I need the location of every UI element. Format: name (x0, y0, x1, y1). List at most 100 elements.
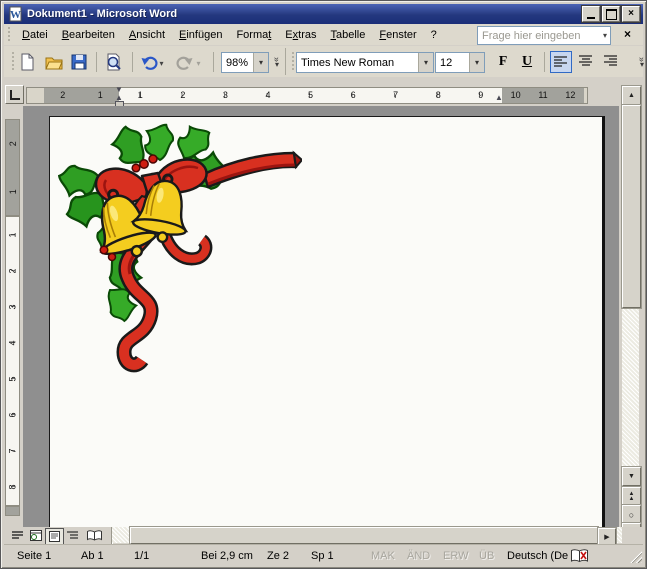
formatting-toolbar-options-button[interactable]: » ▾ (635, 49, 647, 75)
ruler-right-margin: 10 11 12 (502, 88, 584, 103)
menu-item[interactable]: Extras (278, 26, 323, 44)
status-indicators: MAK ÄND ERW ÜB (371, 550, 515, 562)
close-button[interactable]: × (622, 6, 640, 22)
menu-item[interactable]: Format (229, 26, 278, 44)
menubar-grip[interactable] (7, 27, 12, 42)
zoom-dropdown-arrow[interactable]: ▾ (253, 53, 268, 72)
menu-item[interactable]: Ansicht (122, 26, 172, 44)
open-folder-icon (44, 57, 63, 70)
align-left-icon (554, 56, 567, 67)
open-button[interactable] (41, 50, 65, 74)
bold-button[interactable]: F (492, 50, 514, 74)
right-indent-marker[interactable]: ▲ (495, 94, 503, 102)
vruler-bottom-margin (5, 506, 20, 516)
menu-bar: Datei Bearbeiten Ansicht Einfügen Format… (4, 24, 643, 45)
browse-previous-button[interactable]: ▲ ▲ (622, 487, 641, 507)
align-left-button[interactable] (550, 51, 572, 73)
save-floppy-icon (71, 54, 87, 70)
vertical-ruler[interactable]: 21 12345678 (5, 108, 20, 520)
menu-items: Datei Bearbeiten Ansicht Einfügen Format… (15, 26, 444, 44)
align-right-button[interactable] (601, 51, 621, 71)
underline-button[interactable]: U (516, 50, 538, 74)
minimize-button[interactable] (582, 6, 600, 22)
ruler-left-margin: 21 (44, 88, 119, 103)
font-name-combobox[interactable]: Times New Roman ▾ (296, 52, 434, 73)
print-layout-view-button[interactable] (45, 528, 64, 545)
ask-question-placeholder: Frage hier eingeben (482, 29, 581, 42)
status-position: Bei 2,9 cm (201, 550, 253, 562)
font-size-combobox[interactable]: 12 ▾ (435, 52, 485, 73)
status-line: Ze 2 (267, 550, 290, 562)
select-browse-object-button[interactable]: ○ (622, 505, 641, 525)
web-layout-icon (29, 530, 42, 541)
undo-dropdown-arrow[interactable]: ▾ (156, 56, 167, 70)
menu-item[interactable]: Bearbeiten (55, 26, 122, 44)
tab-selector-button[interactable] (5, 85, 24, 104)
status-page-of: 1/1 (134, 550, 150, 562)
chevron-down-icon: ▾ (639, 60, 644, 69)
print-preview-icon (107, 53, 121, 70)
reading-layout-view-button[interactable] (84, 528, 104, 543)
titlebar: W Dokument1 - Microsoft Word × (4, 4, 643, 24)
outline-view-button[interactable] (64, 528, 81, 543)
save-button[interactable] (67, 50, 91, 74)
font-dropdown-arrow[interactable]: ▾ (418, 53, 433, 72)
new-document-button[interactable] (15, 50, 39, 74)
align-right-icon (604, 55, 617, 66)
status-bar: Seite 1 Ab 1 1/1 Bei 2,9 cm Ze 2 Sp 1 MA… (4, 544, 643, 567)
maximize-icon (605, 8, 617, 20)
print-preview-button[interactable] (101, 50, 125, 74)
maximize-button[interactable] (602, 6, 620, 22)
align-center-button[interactable] (576, 51, 596, 71)
spelling-grammar-status-icon[interactable] (570, 549, 589, 563)
close-document-button[interactable]: × (624, 27, 631, 41)
document-workspace[interactable] (23, 106, 619, 527)
font-size-value: 12 (440, 56, 453, 69)
toolbar-row: ▾ ▾ 98% ▾ » ▾ Times New Roman ▾ 12 ▾ F U (4, 46, 647, 77)
menu-item[interactable]: Einfügen (172, 26, 229, 44)
align-center-icon (579, 55, 592, 66)
chevron-down-icon[interactable]: ▾ (603, 31, 610, 40)
horizontal-scroll-thumb[interactable] (130, 527, 598, 544)
scroll-down-button[interactable]: ▼ (622, 467, 641, 486)
vertical-scroll-thumb[interactable] (622, 105, 641, 308)
toolbar-separator (544, 52, 545, 72)
standard-toolbar-options-button[interactable]: » ▾ (270, 49, 284, 75)
zoom-combobox[interactable]: 98% ▾ (221, 52, 269, 73)
status-page: Seite 1 (17, 550, 52, 562)
normal-view-button[interactable] (9, 528, 26, 543)
web-layout-view-button[interactable] (27, 528, 44, 543)
window-title: Dokument1 - Microsoft Word (27, 8, 178, 20)
redo-icon (176, 56, 193, 70)
toolbar-separator (285, 48, 286, 75)
size-dropdown-arrow[interactable]: ▾ (469, 53, 484, 72)
svg-text:W: W (10, 9, 21, 21)
menu-item[interactable]: Fenster (372, 26, 423, 44)
open-book-icon (86, 530, 102, 541)
left-tab-icon (9, 89, 20, 100)
christmas-bells-clipart[interactable] (58, 122, 302, 374)
ask-question-input[interactable]: Frage hier eingeben ▾ (477, 26, 611, 45)
status-column: Sp 1 (311, 550, 334, 562)
toolbar-separator (96, 52, 97, 72)
resize-grip[interactable] (629, 550, 642, 563)
zoom-value: 98% (226, 56, 249, 69)
status-indicator[interactable]: ERW (443, 550, 479, 562)
close-icon: × (628, 8, 634, 19)
toolbar-separator (213, 52, 214, 72)
menu-item[interactable]: Tabelle (323, 26, 372, 44)
menu-item[interactable]: ? (424, 26, 444, 44)
font-name-value: Times New Roman (301, 56, 395, 69)
menu-item[interactable]: Datei (15, 26, 55, 44)
double-up-arrow-icon: ▲ ▲ (628, 491, 635, 502)
horizontal-ruler[interactable]: 21 123456789 10 11 12 ▼ ▲ ▲ (26, 86, 588, 104)
chevron-right-icon: » (272, 56, 283, 63)
scroll-right-button[interactable]: ▶ (598, 528, 616, 545)
redo-dropdown-arrow[interactable]: ▾ (193, 56, 204, 70)
vruler-top-margin: 21 (5, 119, 20, 216)
status-indicator[interactable]: ÄND (407, 550, 443, 562)
status-indicator[interactable]: MAK (371, 550, 407, 562)
minimize-icon (587, 16, 595, 19)
status-language[interactable]: Deutsch (De (507, 550, 568, 562)
scroll-up-button[interactable]: ▲ (622, 86, 641, 105)
